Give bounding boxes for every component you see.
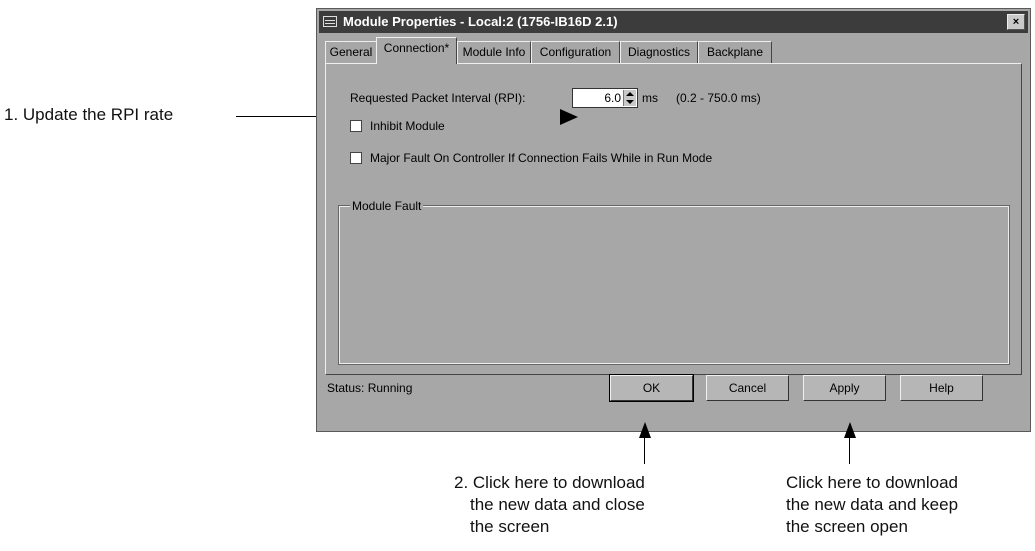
rpi-unit: ms [642, 91, 658, 105]
major-fault-checkbox[interactable] [350, 152, 362, 164]
annotation-apply-line1: Click here to download [786, 473, 958, 492]
annotation-apply: Click here to download the new data and … [786, 472, 958, 538]
inhibit-module-checkbox[interactable] [350, 120, 362, 132]
ok-button[interactable]: OK [609, 374, 694, 402]
help-button[interactable]: Help [900, 375, 983, 401]
module-fault-group: Module Fault [338, 199, 1010, 365]
module-fault-label: Module Fault [350, 199, 424, 213]
annotation-step2-line3: the screen [470, 517, 550, 536]
inhibit-module-label: Inhibit Module [370, 119, 445, 133]
tab-connection[interactable]: Connection* [376, 37, 457, 64]
annotation-ok-leader [644, 436, 645, 464]
annotation-apply-line3: the screen open [786, 517, 908, 536]
annotation-step1: 1. Update the RPI rate [4, 105, 174, 124]
tab-general[interactable]: General [325, 41, 377, 63]
window-title: Module Properties - Local:2 (1756-IB16D … [343, 14, 618, 29]
rpi-range: (0.2 - 750.0 ms) [676, 91, 761, 105]
close-button[interactable]: × [1007, 14, 1025, 30]
apply-button[interactable]: Apply [803, 375, 886, 401]
tab-configuration[interactable]: Configuration [531, 41, 620, 63]
annotation-step2: 2. Click here to download the new data a… [454, 472, 645, 538]
rpi-input[interactable]: 6.0 [572, 88, 638, 108]
annotation-apply-line2: the new data and keep [786, 495, 959, 514]
rpi-spinner-icon[interactable] [623, 90, 636, 106]
annotation-apply-leader [849, 436, 850, 464]
annotation-ok-arrowhead [639, 422, 651, 438]
annotation-step2-line2: the new data and close [470, 495, 645, 514]
connection-panel: Requested Packet Interval (RPI): 6.0 ms … [325, 63, 1022, 375]
cancel-button[interactable]: Cancel [706, 375, 789, 401]
annotation-step1-arrowhead [560, 109, 578, 125]
major-fault-label: Major Fault On Controller If Connection … [370, 151, 713, 165]
tab-module-info[interactable]: Module Info [457, 41, 531, 63]
status-text: Status: Running [327, 381, 413, 395]
annotation-apply-arrowhead [844, 422, 856, 438]
rpi-value: 6.0 [604, 91, 621, 105]
tab-diagnostics[interactable]: Diagnostics [620, 41, 698, 63]
window-menu-icon[interactable] [323, 16, 337, 27]
tab-backplane[interactable]: Backplane [698, 41, 772, 63]
module-properties-dialog: Module Properties - Local:2 (1756-IB16D … [316, 8, 1031, 432]
annotation-step2-line1: 2. Click here to download [454, 473, 645, 492]
title-bar: Module Properties - Local:2 (1756-IB16D … [319, 11, 1028, 33]
rpi-label: Requested Packet Interval (RPI): [350, 91, 526, 105]
